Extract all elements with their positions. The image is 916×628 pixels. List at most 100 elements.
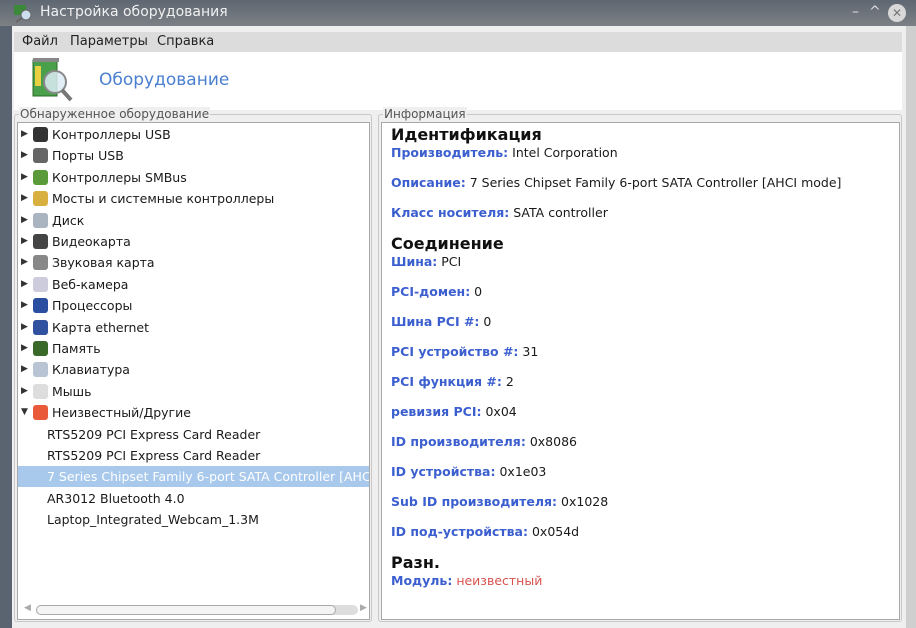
tree-item[interactable]: ▶ Контроллеры USB — [18, 124, 369, 145]
info-frame: Информация Идентификация Производитель: I… — [378, 107, 902, 622]
info-panel: Идентификация Производитель: Intel Corpor… — [381, 122, 900, 620]
expand-right-icon[interactable]: ▶ — [21, 317, 28, 338]
close-button[interactable]: ✕ — [888, 4, 906, 22]
tree-item[interactable]: ▶ Мышь — [18, 381, 369, 402]
maximize-button[interactable]: ^ — [869, 5, 881, 19]
horizontal-scrollbar[interactable]: ◀ ▶ — [22, 603, 370, 617]
expand-right-icon[interactable]: ▶ — [21, 295, 28, 316]
tree-item[interactable]: ▶ Процессоры — [18, 295, 369, 316]
tree-item[interactable]: ▶ Диск — [18, 210, 369, 231]
tree-child-label: RTS5209 PCI Express Card Reader — [47, 426, 261, 442]
tree-child-label: Laptop_Integrated_Webcam_1.3M — [47, 512, 259, 528]
memory-icon — [33, 341, 48, 356]
speaker-icon — [33, 255, 48, 271]
scrollbar-track[interactable] — [36, 605, 358, 615]
smbus-icon — [33, 169, 48, 185]
tree-item-label: Звуковая карта — [52, 255, 155, 271]
main-window: Файл Параметры Справка Оборудование Обна… — [12, 26, 906, 628]
scrollbar-thumb[interactable] — [36, 605, 336, 615]
tree-item[interactable]: ▶ Видеокарта — [18, 231, 369, 252]
tree-item[interactable]: ▶ Клавиатура — [18, 359, 369, 380]
expand-right-icon[interactable]: ▶ — [21, 231, 28, 252]
tree-child-label: AR3012 Bluetooth 4.0 — [47, 490, 185, 506]
info-key: Класс носителя: — [391, 205, 510, 220]
hardware-tree[interactable]: ▶ Контроллеры USB ▶ Порты USB ▶ Контроллеры S… — [17, 122, 370, 620]
tree-item[interactable]: ▶ Контроллеры SMBus — [18, 167, 369, 188]
expand-right-icon[interactable]: ▶ — [21, 274, 28, 295]
tree-item[interactable]: ▶ Веб-камера — [18, 274, 369, 295]
ethernet-icon — [33, 319, 48, 335]
tree-item-label: Контроллеры SMBus — [52, 169, 187, 185]
info-value: 2 — [505, 374, 514, 389]
info-key: Шина: — [391, 254, 438, 269]
menu-file[interactable]: Файл — [22, 34, 58, 49]
expand-right-icon[interactable]: ▶ — [21, 338, 28, 359]
usb-icon — [33, 127, 48, 142]
expand-right-icon[interactable]: ▶ — [21, 252, 28, 273]
menu-help[interactable]: Справка — [157, 34, 214, 49]
tree-child-item[interactable]: 7 Series Chipset Family 6-port SATA Cont… — [18, 466, 369, 488]
info-value: 0x04 — [485, 404, 517, 419]
tree-item-label: Диск — [52, 212, 85, 228]
menu-parameters[interactable]: Параметры — [70, 34, 148, 49]
expand-right-icon[interactable]: ▶ — [21, 188, 28, 209]
webcam-icon — [33, 276, 48, 292]
info-value: PCI — [441, 254, 462, 269]
info-key: Описание: — [391, 175, 466, 190]
tree-item[interactable]: ▶ Мосты и системные контроллеры — [18, 188, 369, 209]
tree-item[interactable]: ▶ Звуковая карта — [18, 252, 369, 273]
info-value: 0x8086 — [529, 434, 577, 449]
info-value: 0x054d — [531, 524, 580, 539]
header: Оборудование — [14, 52, 902, 110]
tree-item-label: Контроллеры USB — [52, 127, 171, 142]
menu-bar: Файл Параметры Справка — [14, 32, 902, 52]
info-key: Модуль: — [391, 573, 453, 588]
scroll-right-icon[interactable]: ▶ — [360, 603, 367, 613]
expand-right-icon[interactable]: ▶ — [21, 124, 28, 145]
info-row: PCI-домен: 0 — [391, 284, 482, 299]
tree-item-label: Клавиатура — [52, 362, 130, 378]
detected-hardware-legend: Обнаруженное оборудование — [19, 107, 211, 121]
expand-right-icon[interactable]: ▶ — [21, 167, 28, 188]
tree-item[interactable]: ▼ Неизвестный/Другие — [18, 402, 369, 423]
info-value: 0x1028 — [561, 494, 609, 509]
page-title: Оборудование — [99, 70, 230, 90]
info-row: ID под-устройства: 0x054d — [391, 524, 579, 539]
tree-item[interactable]: ▶ Порты USB — [18, 145, 369, 166]
info-value: 7 Series Chipset Family 6-port SATA Cont… — [469, 175, 842, 190]
info-key: PCI устройство #: — [391, 344, 519, 359]
section-heading: Соединение — [391, 234, 504, 253]
scroll-left-icon[interactable]: ◀ — [24, 603, 31, 613]
expand-down-icon[interactable]: ▼ — [21, 402, 28, 423]
mouse-icon — [33, 383, 48, 399]
expand-right-icon[interactable]: ▶ — [21, 359, 28, 380]
expand-right-icon[interactable]: ▶ — [21, 381, 28, 402]
tree-child-item[interactable]: RTS5209 PCI Express Card Reader — [18, 424, 369, 445]
tree-item[interactable]: ▶ Память — [18, 338, 369, 359]
tree-item[interactable]: ▶ Карта ethernet — [18, 317, 369, 338]
tree-child-item[interactable]: RTS5209 PCI Express Card Reader — [18, 445, 369, 466]
tree-item-label: Процессоры — [52, 298, 133, 314]
info-row: ID устройства: 0x1e03 — [391, 464, 546, 479]
info-key: ID устройства: — [391, 464, 496, 479]
section-heading: Идентификация — [391, 125, 542, 144]
info-value: SATA controller — [513, 205, 608, 220]
info-value: Intel Corporation — [512, 145, 618, 160]
info-row: Модуль: неизвестный — [391, 573, 542, 588]
detected-hardware-frame: Обнаруженное оборудование ▶ Контроллеры U… — [14, 107, 372, 622]
expand-right-icon[interactable]: ▶ — [21, 145, 28, 166]
tree-child-item[interactable]: Laptop_Integrated_Webcam_1.3M — [18, 509, 369, 530]
info-value: 0 — [483, 314, 492, 329]
tree-child-item[interactable]: AR3012 Bluetooth 4.0 — [18, 488, 369, 509]
info-row: ревизия PCI: 0x04 — [391, 404, 517, 419]
info-key: PCI-домен: — [391, 284, 471, 299]
minimize-button[interactable]: – — [852, 5, 859, 19]
disk-icon — [33, 212, 48, 228]
info-legend: Информация — [383, 107, 467, 121]
info-row: Шина PCI #: 0 — [391, 314, 491, 329]
keyboard-icon — [33, 362, 48, 378]
info-row: Описание: 7 Series Chipset Family 6-port… — [391, 175, 841, 190]
info-row: ID производителя: 0x8086 — [391, 434, 577, 449]
info-row: Sub ID производителя: 0x1028 — [391, 494, 608, 509]
expand-right-icon[interactable]: ▶ — [21, 210, 28, 231]
